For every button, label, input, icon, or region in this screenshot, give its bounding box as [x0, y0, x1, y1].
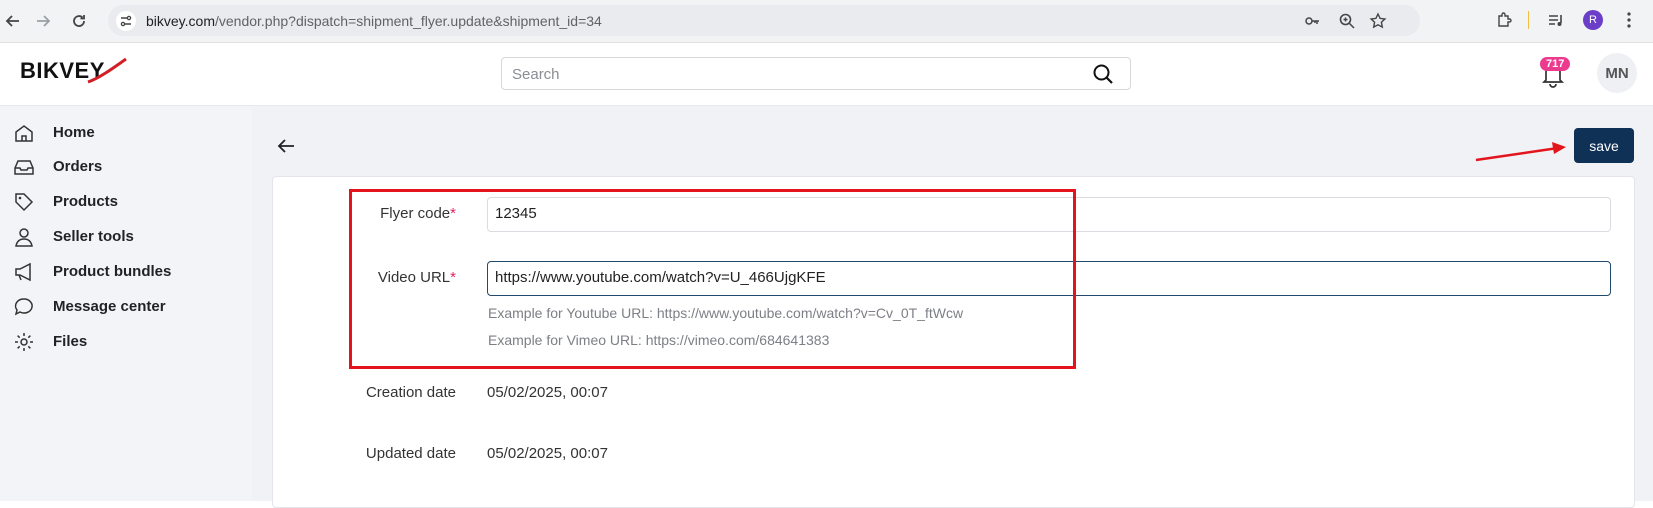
sidebar-item-home[interactable]: Home: [0, 118, 252, 148]
url-path: /vendor.php?dispatch=shipment_flyer.upda…: [214, 13, 602, 29]
sidebar-item-orders[interactable]: Orders: [0, 152, 252, 182]
extensions-icon[interactable]: [1493, 9, 1515, 31]
toolbar-divider: [1528, 11, 1529, 29]
gear-icon: [15, 333, 33, 351]
url-text[interactable]: bikvey.com/vendor.php?dispatch=shipment_…: [146, 13, 602, 29]
sidebar-item-seller-tools[interactable]: Seller tools: [0, 222, 252, 252]
updated-date-value: 05/02/2025, 00:07: [487, 445, 608, 462]
key-icon[interactable]: [1301, 10, 1323, 32]
kebab-menu-icon[interactable]: [1618, 9, 1640, 31]
back-arrow-icon[interactable]: [0, 8, 26, 34]
user-avatar[interactable]: MN: [1597, 53, 1637, 93]
sidebar: Home Orders Products Seller tools Produc…: [0, 106, 252, 501]
reload-icon[interactable]: [66, 8, 92, 34]
sidebar-item-message-center[interactable]: Message center: [0, 292, 252, 322]
sidebar-item-label: Files: [53, 333, 88, 350]
sidebar-item-label: Products: [53, 193, 119, 210]
logo[interactable]: BIKVEY: [20, 57, 127, 84]
sidebar-item-product-bundles[interactable]: Product bundles: [0, 257, 252, 287]
sidebar-item-label: Product bundles: [53, 263, 172, 280]
home-icon: [15, 125, 33, 142]
browser-toolbar: bikvey.com/vendor.php?dispatch=shipment_…: [0, 0, 1653, 43]
forward-arrow-icon[interactable]: [30, 8, 56, 34]
site-settings-icon[interactable]: [116, 11, 136, 31]
star-icon[interactable]: [1367, 10, 1389, 32]
creation-date-value: 05/02/2025, 00:07: [487, 384, 608, 401]
sidebar-item-products[interactable]: Products: [0, 187, 252, 217]
back-arrow-icon[interactable]: [274, 134, 298, 158]
megaphone-icon: [15, 262, 31, 282]
media-queue-icon[interactable]: [1545, 9, 1567, 31]
tag-icon: [15, 193, 34, 212]
sidebar-item-label: Seller tools: [53, 228, 134, 245]
url-host: bikvey.com: [146, 13, 215, 29]
search-box[interactable]: [501, 57, 1131, 90]
save-button[interactable]: save: [1574, 128, 1634, 163]
user-icon: [15, 228, 33, 247]
inbox-icon: [14, 160, 34, 175]
sidebar-item-label: Message center: [53, 298, 166, 315]
profile-avatar[interactable]: R: [1583, 10, 1603, 30]
sidebar-item-label: Home: [53, 124, 95, 141]
updated-date-label: Updated date: [365, 445, 456, 462]
notification-badge: 717: [1540, 57, 1571, 71]
zoom-icon[interactable]: [1336, 10, 1358, 32]
logo-swoosh-icon: [87, 57, 127, 84]
creation-date-label: Creation date: [365, 384, 456, 401]
sidebar-item-label: Orders: [53, 158, 103, 175]
sidebar-item-files[interactable]: Files: [0, 327, 252, 357]
address-bar[interactable]: bikvey.com/vendor.php?dispatch=shipment_…: [108, 5, 1420, 36]
annotation-highlight-box: [349, 189, 1076, 369]
chat-bubble-icon: [14, 298, 33, 316]
search-icon[interactable]: [1092, 63, 1114, 85]
app-header: BIKVEY 717 MN: [0, 43, 1653, 106]
search-input[interactable]: [510, 65, 1074, 84]
